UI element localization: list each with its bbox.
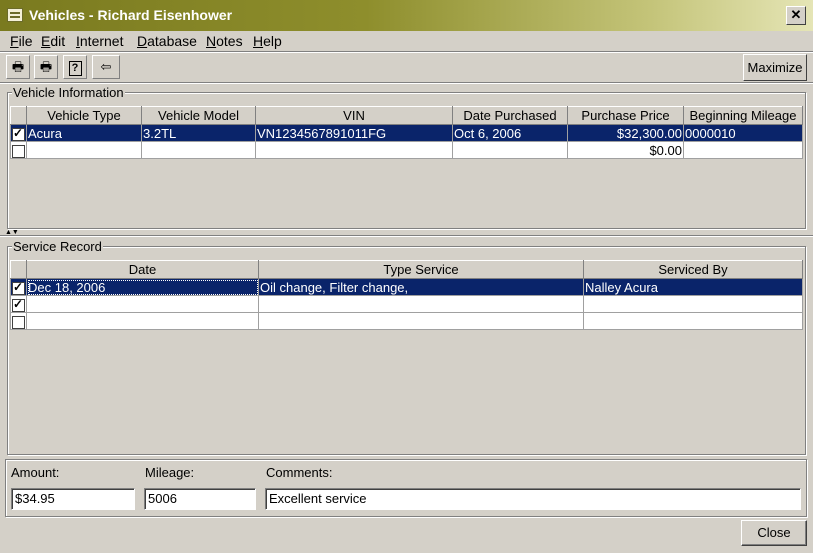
amount-label: Amount: xyxy=(11,465,60,480)
vehicle-information-label: Vehicle Information xyxy=(12,85,125,100)
table-row[interactable]: $0.00 xyxy=(10,141,803,159)
menu-file[interactable]: File xyxy=(10,33,33,49)
window-close-button[interactable]: ✕ xyxy=(786,6,806,25)
window-title: Vehicles - Richard Eisenhower xyxy=(29,7,233,23)
back-button[interactable]: ⇦ xyxy=(92,55,120,79)
vehicle-grid-header: Vehicle Type Vehicle Model VIN Date Purc… xyxy=(10,106,803,125)
back-arrow-icon: ⇦ xyxy=(100,59,112,74)
print-preview-button[interactable]: 🖶 xyxy=(34,55,58,79)
mileage-field[interactable]: 5006 xyxy=(144,488,256,510)
cell-purchase-price[interactable]: $32,300.00 xyxy=(567,124,684,142)
title-bar: Vehicles - Richard Eisenhower ✕ xyxy=(0,0,813,31)
cell-type-service[interactable] xyxy=(258,295,584,313)
cell-vehicle-type[interactable]: Acura xyxy=(26,124,142,142)
service-grid-header: Date Type Service Serviced By xyxy=(10,260,803,279)
splitter-bar[interactable] xyxy=(0,235,813,237)
amount-field[interactable]: $34.95 xyxy=(11,488,135,510)
column-header[interactable]: Beginning Mileage xyxy=(683,106,803,125)
print-button[interactable]: 🖶 xyxy=(6,55,30,79)
cell-purchase-price[interactable]: $0.00 xyxy=(567,141,684,159)
table-row[interactable] xyxy=(10,312,803,330)
menu-help[interactable]: Help xyxy=(253,33,282,49)
cell-date[interactable]: Dec 18, 2006 xyxy=(26,278,259,296)
cell-date[interactable] xyxy=(26,312,259,330)
column-header[interactable]: Date Purchased xyxy=(452,106,568,125)
table-row[interactable]: Dec 18, 2006 Oil change, Filter change, … xyxy=(10,278,803,296)
cell-date[interactable] xyxy=(26,295,259,313)
column-header[interactable]: VIN xyxy=(255,106,453,125)
cell-vehicle-model[interactable] xyxy=(141,141,256,159)
service-record-label: Service Record xyxy=(12,239,103,254)
comments-label: Comments: xyxy=(266,465,333,480)
cell-vin[interactable]: VN1234567891011FG xyxy=(255,124,453,142)
print-preview-icon: 🖶 xyxy=(39,59,53,74)
service-grid-container: Date Type Service Serviced By Dec 18, 20… xyxy=(10,260,803,330)
vehicle-grid: Vehicle Type Vehicle Model VIN Date Purc… xyxy=(10,106,803,159)
menu-database[interactable]: Database xyxy=(137,33,197,49)
close-button[interactable]: Close xyxy=(741,520,807,546)
close-icon: ✕ xyxy=(790,7,802,22)
mileage-label: Mileage: xyxy=(145,465,195,480)
vehicle-grid-container: Vehicle Type Vehicle Model VIN Date Purc… xyxy=(10,106,803,159)
column-header[interactable]: Purchase Price xyxy=(567,106,684,125)
row-checkbox[interactable] xyxy=(12,315,25,329)
app-icon xyxy=(7,8,23,22)
row-checkbox[interactable] xyxy=(12,280,25,295)
menu-notes[interactable]: Notes xyxy=(206,33,243,49)
menu-edit[interactable]: Edit xyxy=(41,33,65,49)
row-checkbox[interactable] xyxy=(12,297,25,312)
cell-serviced-by[interactable]: Nalley Acura xyxy=(583,278,803,296)
toolbar-separator xyxy=(0,82,813,84)
cell-type-service[interactable]: Oil change, Filter change, xyxy=(258,278,584,296)
row-checkbox[interactable] xyxy=(12,126,25,141)
cell-vehicle-model[interactable]: 3.2TL xyxy=(141,124,256,142)
column-header[interactable]: Vehicle Type xyxy=(26,106,142,125)
cell-vin[interactable] xyxy=(255,141,453,159)
column-header[interactable]: Vehicle Model xyxy=(141,106,256,125)
help-button[interactable]: ? xyxy=(63,55,87,79)
service-grid: Date Type Service Serviced By Dec 18, 20… xyxy=(10,260,803,330)
row-checkbox[interactable] xyxy=(12,144,25,158)
header-check-column xyxy=(10,106,27,125)
column-header[interactable]: Type Service xyxy=(258,260,584,279)
table-row[interactable] xyxy=(10,295,803,313)
cell-type-service[interactable] xyxy=(258,312,584,330)
cell-beginning-mileage[interactable] xyxy=(683,141,803,159)
column-header[interactable]: Serviced By xyxy=(583,260,803,279)
column-header[interactable]: Date xyxy=(26,260,259,279)
cell-date-purchased[interactable] xyxy=(452,141,568,159)
menu-internet[interactable]: Internet xyxy=(76,33,123,49)
table-row[interactable]: Acura 3.2TL VN1234567891011FG Oct 6, 200… xyxy=(10,124,803,142)
header-check-column xyxy=(10,260,27,279)
help-icon: ? xyxy=(68,61,82,76)
maximize-button[interactable]: Maximize xyxy=(743,54,807,81)
cell-beginning-mileage[interactable]: 0000010 xyxy=(683,124,803,142)
menu-separator xyxy=(0,51,813,53)
menu-bar: File Edit Internet Database Notes Help xyxy=(0,31,813,51)
cell-vehicle-type[interactable] xyxy=(26,141,142,159)
comments-field[interactable]: Excellent service xyxy=(265,488,801,510)
printer-icon: 🖶 xyxy=(11,59,25,74)
cell-serviced-by[interactable] xyxy=(583,295,803,313)
cell-date-purchased[interactable]: Oct 6, 2006 xyxy=(452,124,568,142)
cell-serviced-by[interactable] xyxy=(583,312,803,330)
